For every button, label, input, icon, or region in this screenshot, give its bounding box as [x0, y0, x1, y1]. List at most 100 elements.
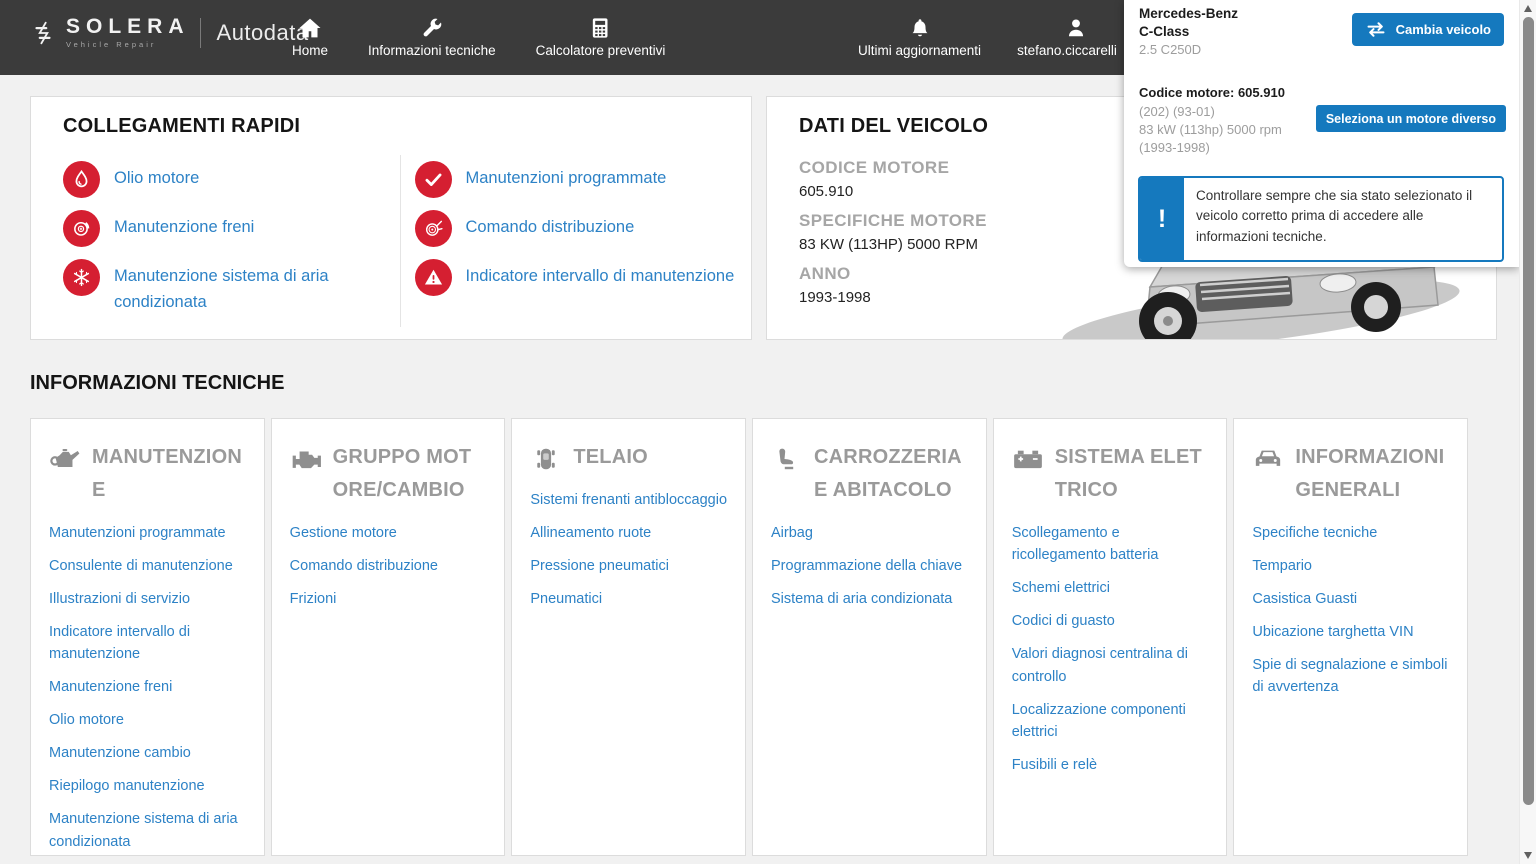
- quick-link-label[interactable]: Manutenzione sistema di aria condizionat…: [114, 259, 390, 315]
- tech-link-localizzazione-componenti-elettrici[interactable]: Localizzazione componenti elettrici: [1012, 699, 1211, 744]
- tech-category-header: INFORMAZIONI GENERALI: [1252, 441, 1451, 507]
- oil-can-icon: [49, 441, 81, 507]
- brand-tagline: Vehicle Repair: [66, 40, 157, 49]
- tech-link-manutenzione-sistema-di-aria-condizionata[interactable]: Manutenzione sistema di aria condizionat…: [49, 808, 248, 853]
- tech-category-card-informazioni-generali: INFORMAZIONI GENERALI Specifiche tecniche…: [1233, 418, 1469, 856]
- tech-link-sistema-di-aria-condizionata[interactable]: Sistema di aria condizionata: [771, 588, 970, 610]
- quick-link-label[interactable]: Olio motore: [114, 161, 199, 192]
- tech-category-header: SISTEMA ELETTRICO: [1012, 441, 1211, 507]
- tech-category-title: INFORMAZIONI GENERALI: [1295, 446, 1445, 501]
- tech-link-manutenzione-cambio[interactable]: Manutenzione cambio: [49, 742, 248, 764]
- tech-link-spie-di-segnalazione-e-simboli-di-avvertenza[interactable]: Spie di segnalazione e simboli di avvert…: [1252, 654, 1451, 699]
- tech-link-schemi-elettrici[interactable]: Schemi elettrici: [1012, 577, 1211, 599]
- tech-links: Scollegamento e ricollegamento batteria S…: [1012, 522, 1211, 777]
- tech-category-header: MANUTENZIONE: [49, 441, 248, 507]
- scrollbar-thumb[interactable]: [1523, 17, 1534, 805]
- nav-item-updates[interactable]: Ultimi aggiornamenti: [858, 17, 981, 58]
- quick-link[interactable]: Indicatore intervallo di manutenzione: [414, 259, 742, 296]
- car-top-icon: [530, 441, 562, 474]
- tech-link-tempario[interactable]: Tempario: [1252, 555, 1451, 577]
- tech-link-fusibili-e-rel[interactable]: Fusibili e relè: [1012, 754, 1211, 776]
- quick-link-label[interactable]: Manutenzione freni: [114, 210, 254, 241]
- scrollbar[interactable]: [1519, 0, 1536, 864]
- tech-link-riepilogo-manutenzione[interactable]: Riepilogo manutenzione: [49, 775, 248, 797]
- tech-category-header: CARROZZERIA E ABITACOLO: [771, 441, 970, 507]
- quick-link-label[interactable]: Indicatore intervallo di manutenzione: [466, 259, 735, 290]
- nav-item-label: Calcolatore preventivi: [535, 43, 666, 58]
- vehicle-notice: ! Controllare sempre che sia stato selez…: [1138, 176, 1504, 262]
- tech-category-header: GRUPPO MOTORE/CAMBIO: [290, 441, 489, 507]
- tech-link-consulente-di-manutenzione[interactable]: Consulente di manutenzione: [49, 555, 248, 577]
- tech-category-card-carrozzeria-e-abitacolo: CARROZZERIA E ABITACOLO Airbag Programmazi…: [752, 418, 987, 856]
- nav-item-informazioni-tecniche[interactable]: Informazioni tecniche: [368, 17, 496, 58]
- quick-link[interactable]: Manutenzione sistema di aria condizionat…: [63, 259, 390, 315]
- brand: SOLERA Vehicle Repair Autodata: [30, 16, 309, 49]
- nav-item-home[interactable]: Home: [292, 17, 328, 58]
- nav-right: Ultimi aggiornamenti stefano.ciccarelli: [858, 0, 1136, 75]
- quick-link[interactable]: Manutenzione freni: [63, 210, 390, 247]
- engine-detail-line: (202) (93-01): [1139, 104, 1215, 119]
- engine-detail-line: 83 kW (113hp) 5000 rpm: [1139, 121, 1282, 137]
- solera-bolt-icon: [30, 20, 56, 46]
- nav-menu: Home Informazioni tecniche Calcolatore pre…: [292, 0, 665, 75]
- nav-item-calcolatore-preventivi[interactable]: Calcolatore preventivi: [535, 17, 666, 58]
- tech-link-indicatore-intervallo-di-manutenzione[interactable]: Indicatore intervallo di manutenzione: [49, 621, 248, 666]
- tech-category-title: MANUTENZIONE: [92, 446, 242, 501]
- tech-link-allineamento-ruote[interactable]: Allineamento ruote: [530, 522, 729, 544]
- quick-link-label[interactable]: Comando distribuzione: [466, 210, 635, 241]
- tech-link-frizioni[interactable]: Frizioni: [290, 588, 489, 610]
- nav-item-user[interactable]: stefano.ciccarelli: [1017, 17, 1136, 58]
- scroll-down-icon[interactable]: [1524, 852, 1532, 859]
- seat-icon: [771, 441, 803, 507]
- tech-link-valori-diagnosi-centralina-di-controllo[interactable]: Valori diagnosi centralina di controllo: [1012, 643, 1211, 688]
- tech-link-illustrazioni-di-servizio[interactable]: Illustrazioni di servizio: [49, 588, 248, 610]
- home-icon: [298, 17, 322, 39]
- quick-link-label[interactable]: Manutenzioni programmate: [466, 161, 667, 192]
- engine-details: (202) (93-01) 83 kW (113hp) 5000 rpm (1993…: [1139, 103, 1282, 157]
- vehicle-make: Mercedes-Benz: [1139, 6, 1239, 21]
- tech-link-comando-distribuzione[interactable]: Comando distribuzione: [290, 555, 489, 577]
- swap-arrows-icon: [1365, 22, 1387, 37]
- check-icon: [414, 161, 452, 198]
- quick-link[interactable]: Comando distribuzione: [414, 210, 742, 247]
- tech-link-programmazione-della-chiave[interactable]: Programmazione della chiave: [771, 555, 970, 577]
- tech-category-title: SISTEMA ELETTRICO: [1054, 446, 1202, 501]
- nav-item-label: Home: [292, 43, 329, 58]
- tech-link-olio-motore[interactable]: Olio motore: [49, 709, 248, 731]
- tech-link-scollegamento-e-ricollegamento-batteria[interactable]: Scollegamento e ricollegamento batteria: [1012, 522, 1211, 567]
- vehicle-model: C-Class: [1139, 24, 1190, 39]
- change-vehicle-button[interactable]: Cambia veicolo: [1351, 13, 1504, 46]
- select-engine-button[interactable]: Seleziona un motore diverso: [1315, 105, 1506, 132]
- scroll-up-icon[interactable]: [1524, 5, 1532, 12]
- tech-link-manutenzione-freni[interactable]: Manutenzione freni: [49, 676, 248, 698]
- quick-link[interactable]: Manutenzioni programmate: [414, 161, 742, 198]
- brake-disc-icon: [63, 210, 100, 247]
- tech-link-pneumatici[interactable]: Pneumatici: [530, 588, 729, 610]
- tech-links: Sistemi frenanti antibloccaggio Allineame…: [530, 489, 729, 610]
- tech-links: Gestione motore Comando distribuzione Friz…: [290, 522, 489, 610]
- quick-links-grid: Olio motore Manutenzione freni Manutenzion…: [31, 155, 751, 327]
- battery-icon: [1012, 441, 1044, 507]
- user-name: stefano.ciccarelli: [1017, 43, 1117, 58]
- tech-link-gestione-motore[interactable]: Gestione motore: [290, 522, 489, 544]
- tech-link-ubicazione-targhetta-vin[interactable]: Ubicazione targhetta VIN: [1252, 621, 1451, 643]
- vehicle-variant: 2.5 C250D: [1139, 42, 1202, 57]
- exclamation-icon: !: [1140, 178, 1184, 260]
- tech-category-header: TELAIO: [530, 441, 729, 474]
- tech-link-casistica-guasti[interactable]: Casistica Guasti: [1252, 588, 1451, 610]
- tech-link-sistemi-frenanti-antibloccaggio[interactable]: Sistemi frenanti antibloccaggio: [530, 489, 729, 511]
- tech-info-grid: MANUTENZIONE Manutenzioni programmate Cons…: [30, 418, 1469, 856]
- change-vehicle-label: Cambia veicolo: [1395, 22, 1491, 37]
- tech-link-specifiche-tecniche[interactable]: Specifiche tecniche: [1252, 522, 1451, 544]
- nav-item-label: Ultimi aggiornamenti: [858, 43, 982, 58]
- quick-links-title: COLLEGAMENTI RAPIDI: [63, 115, 301, 137]
- vehicle-panel: Mercedes-Benz C-Class 2.5 C250D Cambia v…: [1124, 0, 1519, 267]
- tech-link-codici-di-guasto[interactable]: Codici di guasto: [1012, 610, 1211, 632]
- tech-link-manutenzioni-programmate[interactable]: Manutenzioni programmate: [49, 522, 248, 544]
- tech-link-airbag[interactable]: Airbag: [771, 522, 970, 544]
- tech-category-card-sistema-elettrico: SISTEMA ELETTRICO Scollegamento e ricolle…: [992, 418, 1228, 856]
- tech-info-title: INFORMAZIONI TECNICHE: [30, 372, 285, 394]
- tech-link-pressione-pneumatici[interactable]: Pressione pneumatici: [530, 555, 729, 577]
- engine-code: Codice motore: 605.910: [1139, 85, 1285, 100]
- quick-link[interactable]: Olio motore: [63, 161, 390, 198]
